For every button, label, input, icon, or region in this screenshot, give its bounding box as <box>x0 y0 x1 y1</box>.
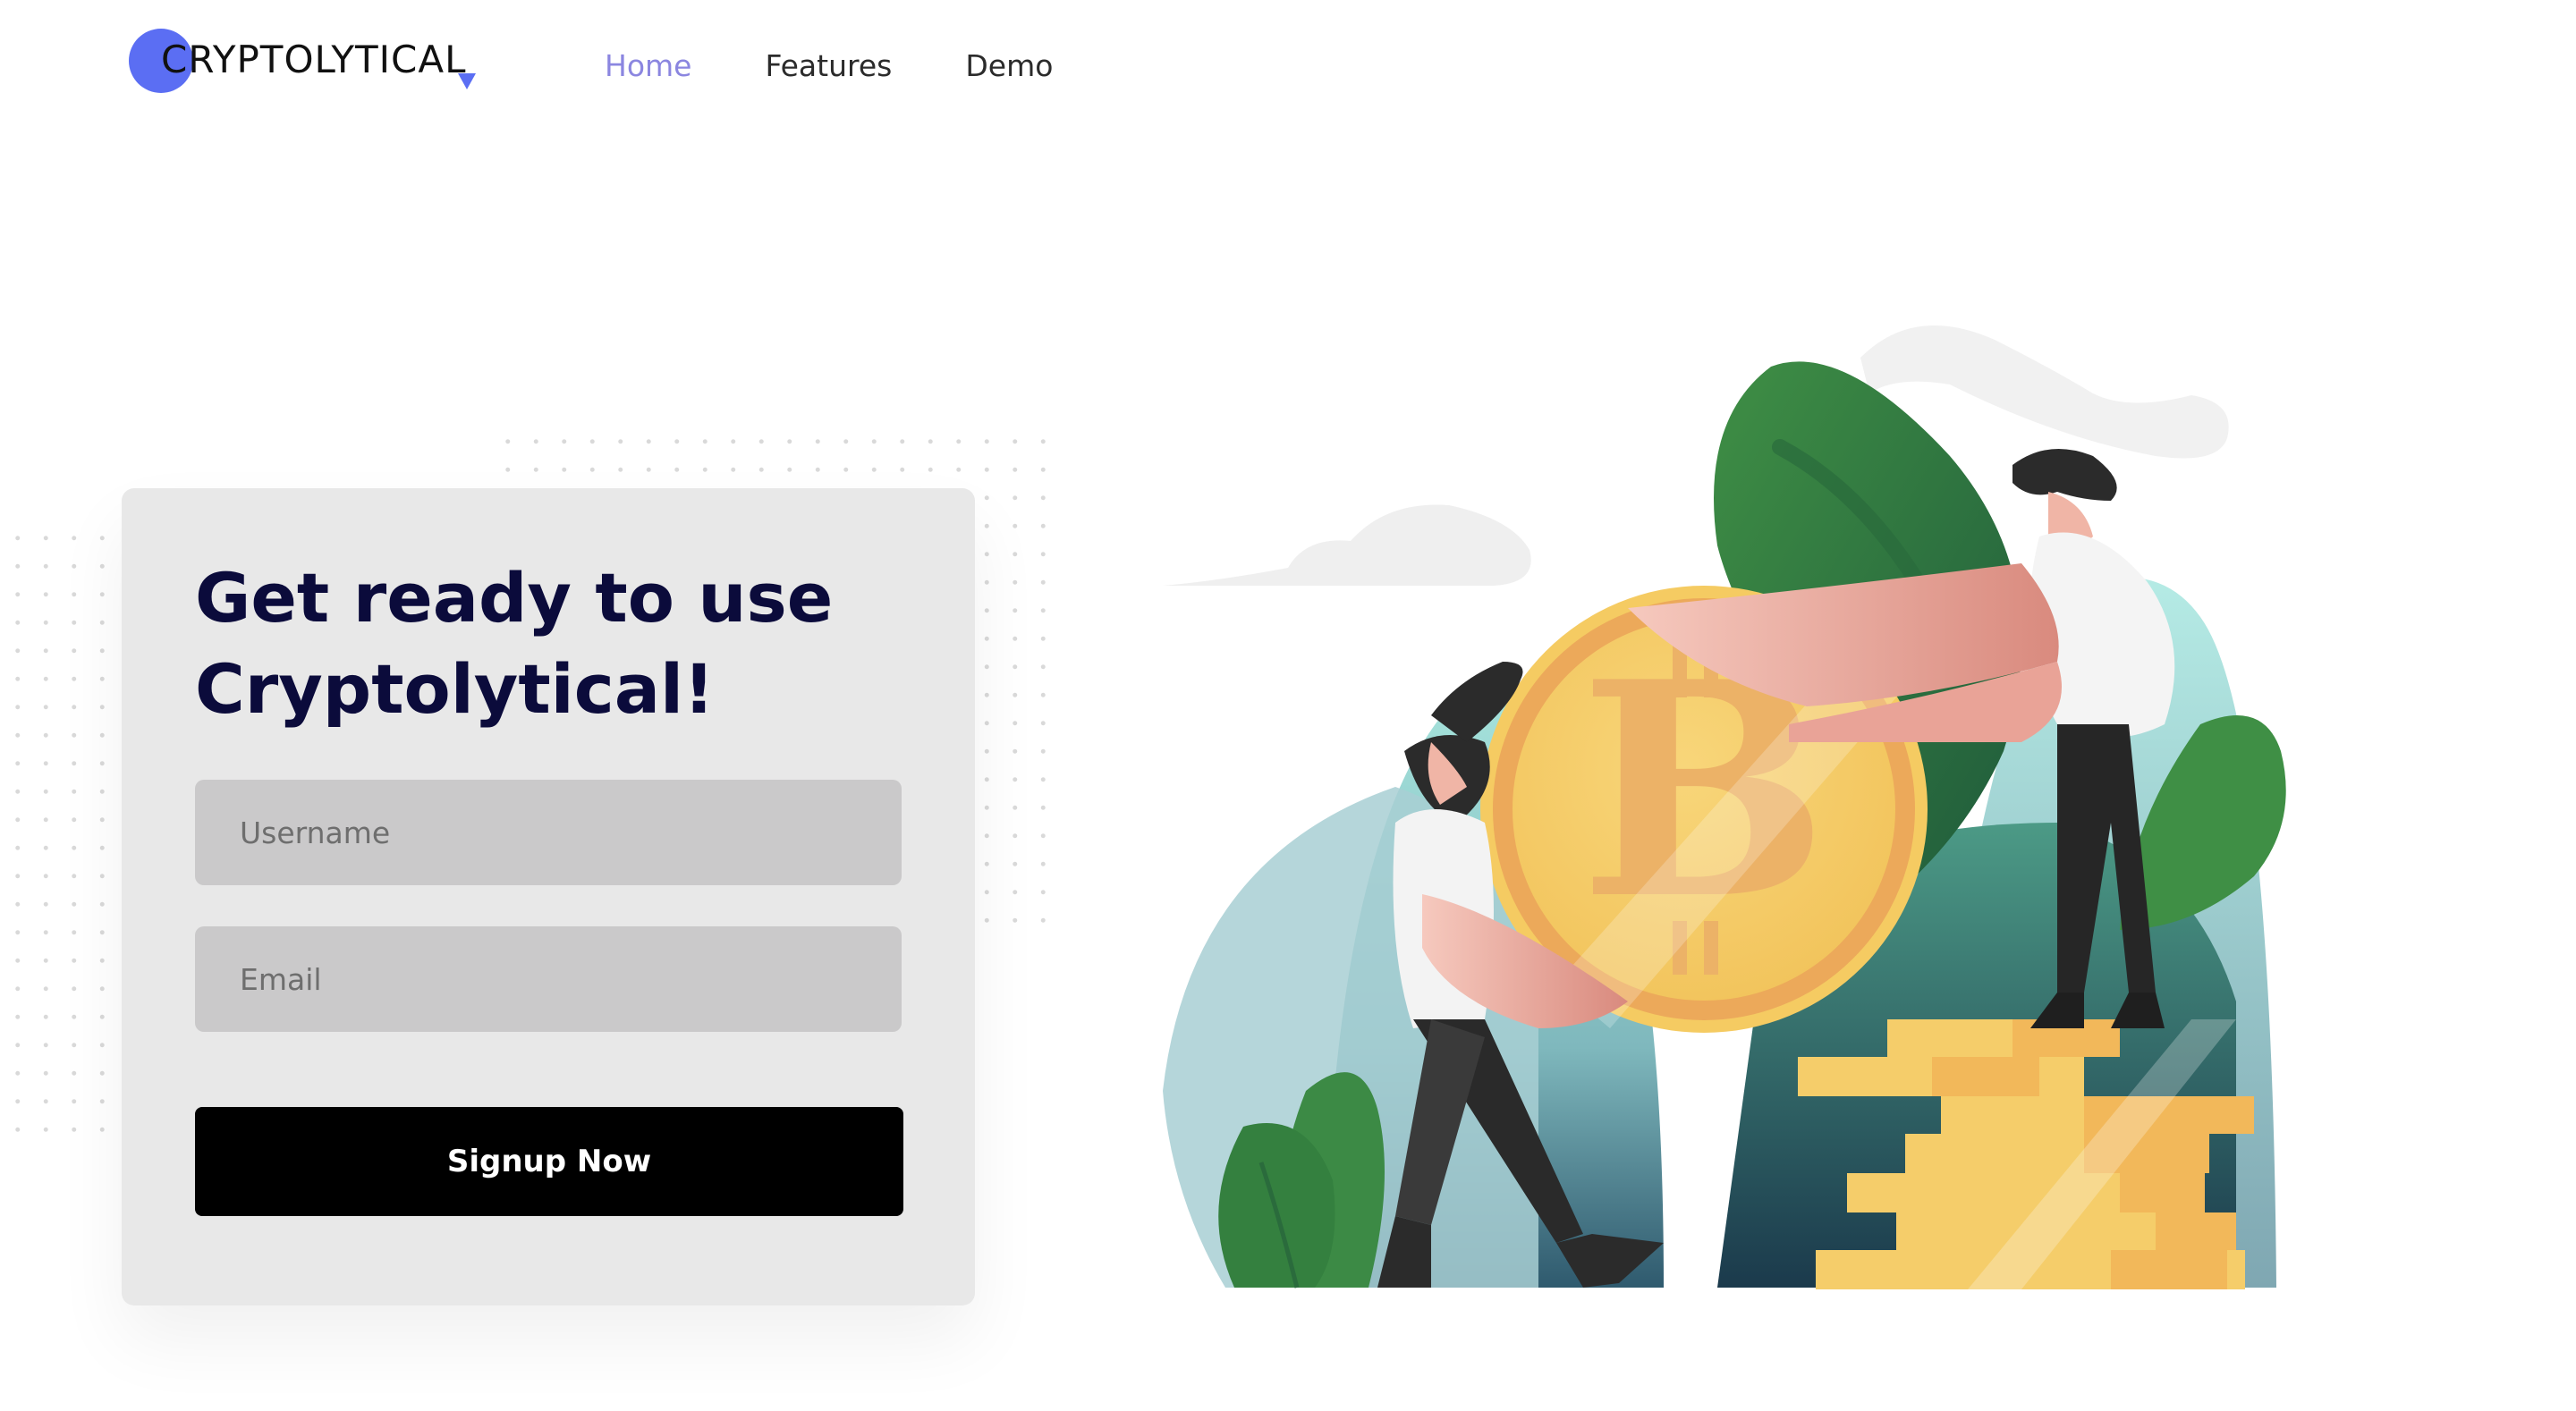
signup-title: Get ready to use Cryptolytical! <box>195 558 834 729</box>
nav-demo[interactable]: Demo <box>965 48 1053 83</box>
nav-home[interactable]: Home <box>605 48 691 83</box>
username-input[interactable] <box>195 780 902 885</box>
landing-page: CRYPTOLYTICAL Home Features Demo Get rea… <box>0 0 2576 1411</box>
signup-button[interactable]: Signup Now <box>195 1107 903 1216</box>
crypto-illustration: B <box>1163 325 2286 1289</box>
nav-features[interactable]: Features <box>765 48 892 83</box>
brand-logo[interactable]: CRYPTOLYTICAL <box>129 29 476 93</box>
dot-pattern-decoration <box>4 524 116 1150</box>
email-input[interactable] <box>195 926 902 1032</box>
signup-card: Get ready to use Cryptolytical! Signup N… <box>122 488 975 1305</box>
brand-name: CRYPTOLYTICAL <box>161 38 467 81</box>
main-nav: Home Features Demo <box>605 48 1053 83</box>
